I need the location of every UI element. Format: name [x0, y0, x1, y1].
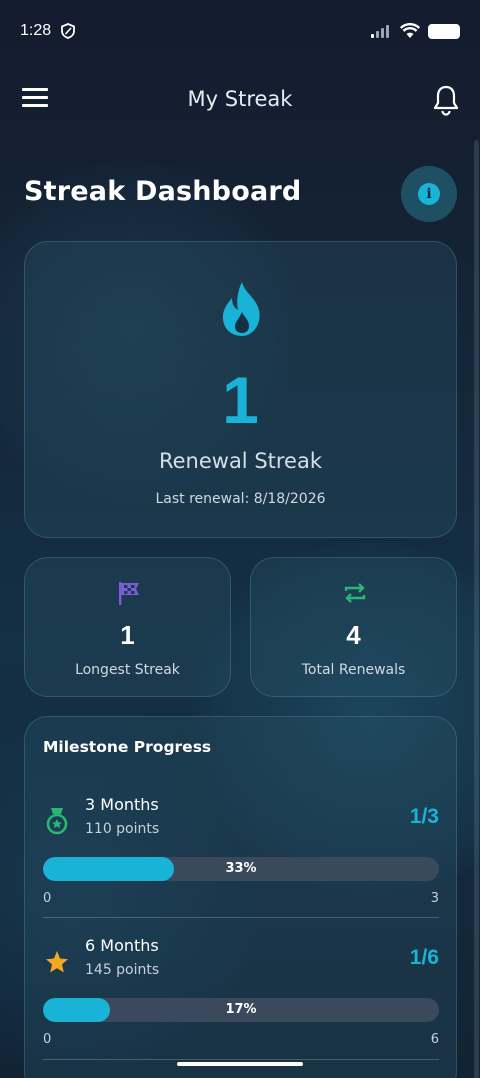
- info-button[interactable]: i: [401, 166, 457, 222]
- page-title: Streak Dashboard: [24, 176, 302, 207]
- home-indicator[interactable]: [177, 1062, 303, 1066]
- milestone-name: 6 Months: [85, 936, 159, 955]
- checkered-flag-icon: [119, 582, 139, 605]
- scrollbar[interactable]: [474, 140, 479, 1078]
- longest-streak-card: 1 Longest Streak: [24, 557, 231, 697]
- milestone-min: 0: [43, 891, 52, 906]
- repeat-icon: [344, 583, 366, 603]
- milestone-title: Milestone Progress: [43, 738, 212, 756]
- milestone-percent: 33%: [225, 861, 257, 876]
- medal-icon: [46, 808, 68, 835]
- divider: [43, 917, 439, 918]
- milestone-max: 6: [430, 1032, 439, 1047]
- milestone-ratio: 1/6: [409, 946, 439, 969]
- streak-value: 1: [222, 363, 259, 437]
- longest-streak-label: Longest Streak: [75, 662, 180, 678]
- star-icon: [46, 951, 68, 973]
- wifi-icon: [400, 23, 420, 38]
- milestone-progress-bar: 33%: [43, 857, 439, 881]
- longest-streak-value: 1: [120, 620, 135, 650]
- status-time: 1:28: [20, 22, 52, 39]
- app-title: My Streak: [187, 87, 293, 111]
- total-renewals-value: 4: [346, 620, 361, 650]
- status-bar: 1:28: [0, 0, 480, 62]
- milestone-max: 3: [430, 891, 439, 906]
- milestone-name: 3 Months: [85, 795, 159, 814]
- total-renewals-card: 4 Total Renewals: [250, 557, 457, 697]
- milestone-progress-card: Milestone Progress 3 Months 110 points 1…: [24, 716, 457, 1078]
- last-renewal-text: Last renewal: 8/18/2026: [155, 491, 326, 507]
- milestone-ratio: 1/3: [409, 805, 439, 828]
- total-renewals-label: Total Renewals: [301, 662, 406, 678]
- streak-label: Renewal Streak: [158, 449, 323, 473]
- menu-button[interactable]: [22, 88, 48, 110]
- shield-icon: [61, 23, 76, 39]
- signal-icon: [371, 25, 389, 38]
- battery-icon: [428, 23, 460, 39]
- notification-bell-icon[interactable]: [432, 84, 460, 116]
- milestone-points: 110 points: [85, 821, 160, 837]
- milestone-progress-bar: 17%: [43, 998, 439, 1022]
- divider: [43, 1059, 439, 1060]
- milestone-min: 0: [43, 1032, 52, 1047]
- flame-icon: [222, 282, 260, 336]
- milestone-points: 145 points: [85, 962, 160, 978]
- app-bar: My Streak: [0, 70, 480, 128]
- info-icon: i: [418, 183, 440, 205]
- streak-card: 1 Renewal Streak Last renewal: 8/18/2026: [24, 241, 457, 538]
- milestone-percent: 17%: [225, 1002, 257, 1017]
